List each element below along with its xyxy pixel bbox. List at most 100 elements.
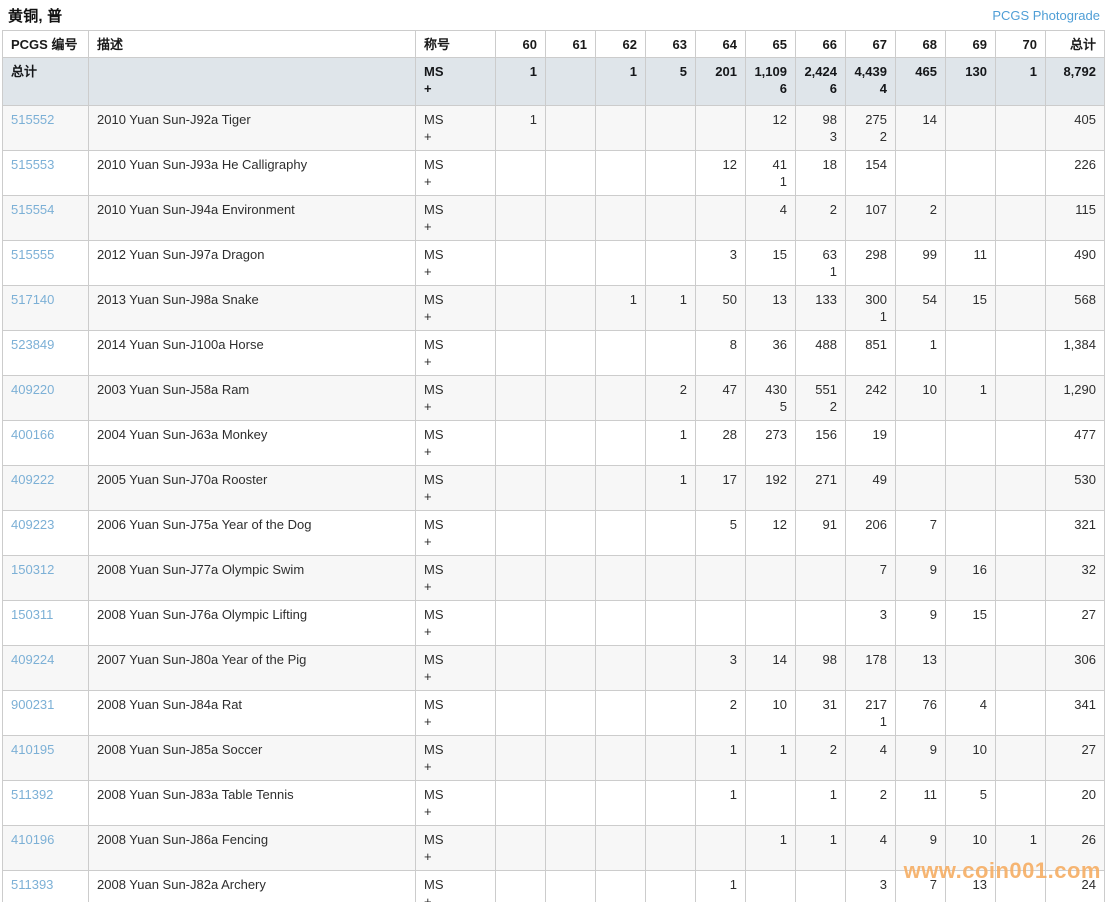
grade-63-cell: [646, 556, 696, 601]
grade-67-cell: 2171: [846, 691, 896, 736]
grade-61-cell: [546, 106, 596, 151]
grade-67-cell: 2: [846, 781, 896, 826]
pcgs-number-link[interactable]: 511392: [11, 787, 53, 802]
grade-70-cell: 1: [996, 826, 1046, 871]
grade-63-cell: [646, 106, 696, 151]
pcgs-number-link[interactable]: 410196: [11, 832, 54, 847]
coin-description: 2008 Yuan Sun-J83a Table Tennis: [89, 781, 416, 826]
topbar: 黄铜, 普 PCGS Photograde: [2, 0, 1106, 30]
pcgs-number-link[interactable]: 515553: [11, 157, 54, 172]
grade-68-cell: 11: [896, 781, 946, 826]
grade-70-cell: [996, 556, 1046, 601]
pcgs-number-link[interactable]: 150312: [11, 562, 54, 577]
grade-68-cell: 9: [896, 736, 946, 781]
grade-69-cell: [946, 466, 996, 511]
grade-60-cell: [496, 691, 546, 736]
grade-66-cell: 983: [796, 106, 846, 151]
row-total-cell: 490: [1046, 241, 1105, 286]
column-header-pcgs-no: PCGS 编号: [3, 31, 89, 58]
column-header-grade-64: 64: [696, 31, 746, 58]
grade-64-cell: 3: [696, 241, 746, 286]
grade-70-cell: [996, 466, 1046, 511]
pcgs-number-link[interactable]: 400166: [11, 427, 54, 442]
grade-64-cell: [696, 556, 746, 601]
grade-69-cell: 11: [946, 241, 996, 286]
totals-row: 总计MS+1 1 5 201 1,10962,42464,4394465 130…: [3, 58, 1105, 106]
grade-62-cell: [596, 331, 646, 376]
grade-61-cell: [546, 241, 596, 286]
grade-68-cell: 99: [896, 241, 946, 286]
grade-61-cell: [546, 421, 596, 466]
column-header-grade-62: 62: [596, 31, 646, 58]
pcgs-number-link[interactable]: 515555: [11, 247, 54, 262]
grade-64-cell: [696, 106, 746, 151]
designation-cell: MS+: [416, 331, 496, 376]
grade-60-cell: [496, 871, 546, 902]
grade-69-cell: 5: [946, 781, 996, 826]
grade-64-cell: 17: [696, 466, 746, 511]
pcgs-number-link[interactable]: 511393: [11, 877, 53, 892]
pcgs-number-link[interactable]: 409220: [11, 382, 54, 397]
grade-68-cell: 9: [896, 556, 946, 601]
grade-70-cell: [996, 376, 1046, 421]
table-row: 5155532010 Yuan Sun-J93a He CalligraphyM…: [3, 151, 1105, 196]
grade-60-cell: [496, 466, 546, 511]
designation-cell: MS+: [416, 691, 496, 736]
grade-60-cell: [496, 151, 546, 196]
row-total-cell: 306: [1046, 646, 1105, 691]
grade-69-cell: 10: [946, 736, 996, 781]
grade-64-cell: 1: [696, 871, 746, 902]
designation-cell: MS+: [416, 871, 496, 902]
totals-grade-67-cell: 4,4394: [846, 58, 896, 106]
pcgs-number-link[interactable]: 409224: [11, 652, 54, 667]
grade-69-cell: [946, 151, 996, 196]
grade-69-cell: 10: [946, 826, 996, 871]
population-table: PCGS 编号描述称号6061626364656667686970总计 总计MS…: [2, 30, 1105, 902]
grade-65-cell: 12: [746, 106, 796, 151]
designation-cell: MS+: [416, 106, 496, 151]
grade-68-cell: 1: [896, 331, 946, 376]
coin-description: 2010 Yuan Sun-J93a He Calligraphy: [89, 151, 416, 196]
grade-66-cell: 1: [796, 826, 846, 871]
pcgs-number-link[interactable]: 900231: [11, 697, 54, 712]
pcgs-number-link[interactable]: 515554: [11, 202, 54, 217]
grade-61-cell: [546, 781, 596, 826]
pcgs-number-cell: 410195: [3, 736, 89, 781]
grade-64-cell: [696, 196, 746, 241]
grade-65-cell: 273: [746, 421, 796, 466]
row-total-cell: 530: [1046, 466, 1105, 511]
grade-67-cell: 154: [846, 151, 896, 196]
grade-65-cell: 192: [746, 466, 796, 511]
grade-67-cell: 242: [846, 376, 896, 421]
grade-70-cell: [996, 601, 1046, 646]
grade-66-cell: 631: [796, 241, 846, 286]
pcgs-number-link[interactable]: 409223: [11, 517, 54, 532]
pcgs-number-link[interactable]: 517140: [11, 292, 54, 307]
grade-66-cell: 488: [796, 331, 846, 376]
pcgs-number-link[interactable]: 409222: [11, 472, 54, 487]
grade-60-cell: [496, 601, 546, 646]
grade-67-cell: 206: [846, 511, 896, 556]
pcgs-number-cell: 409222: [3, 466, 89, 511]
grade-66-cell: 2: [796, 736, 846, 781]
row-total-cell: 32: [1046, 556, 1105, 601]
table-row: 5113932008 Yuan Sun-J82a ArcheryMS+ 1 3 …: [3, 871, 1105, 902]
table-row: 5155552012 Yuan Sun-J97a DragonMS+ 3 15 …: [3, 241, 1105, 286]
grade-62-cell: [596, 241, 646, 286]
photograde-link[interactable]: PCGS Photograde: [992, 8, 1100, 23]
grade-64-cell: 8: [696, 331, 746, 376]
grade-65-cell: 36: [746, 331, 796, 376]
designation-cell: MS+: [416, 421, 496, 466]
table-row: 1503112008 Yuan Sun-J76a Olympic Lifting…: [3, 601, 1105, 646]
grade-61-cell: [546, 376, 596, 421]
table-row: 4001662004 Yuan Sun-J63a MonkeyMS+ 1 28 …: [3, 421, 1105, 466]
pcgs-number-link[interactable]: 150311: [11, 607, 53, 622]
population-report-page: 黄铜, 普 PCGS Photograde PCGS 编号描述称号6061626…: [0, 0, 1109, 902]
pcgs-number-link[interactable]: 410195: [11, 742, 54, 757]
table-header-row: PCGS 编号描述称号6061626364656667686970总计: [3, 31, 1105, 58]
pcgs-number-link[interactable]: 523849: [11, 337, 54, 352]
grade-65-cell: 411: [746, 151, 796, 196]
grade-67-cell: 49: [846, 466, 896, 511]
grade-62-cell: [596, 646, 646, 691]
pcgs-number-link[interactable]: 515552: [11, 112, 54, 127]
